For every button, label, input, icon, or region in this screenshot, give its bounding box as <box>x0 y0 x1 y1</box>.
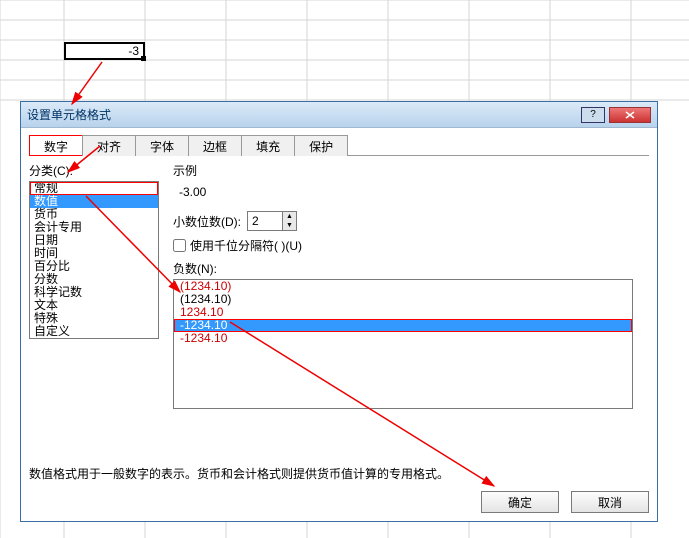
tab-font[interactable]: 字体 <box>135 135 189 156</box>
sample-value: -3.00 <box>173 181 613 203</box>
negative-format-item[interactable]: (1234.10) <box>174 293 632 306</box>
tab-protect[interactable]: 保护 <box>294 135 348 156</box>
sample-label: 示例 <box>173 162 649 179</box>
decimal-places-input[interactable] <box>248 212 282 230</box>
close-icon <box>625 111 635 119</box>
negative-format-item[interactable]: -1234.10 <box>174 319 632 332</box>
format-cells-dialog: 设置单元格格式 ? 数字 对齐 字体 边框 填充 保护 分类(C): 常规数值货… <box>20 101 658 522</box>
thousands-separator-checkbox[interactable] <box>173 239 186 252</box>
tab-align[interactable]: 对齐 <box>82 135 136 156</box>
negative-format-item[interactable]: 1234.10 <box>174 306 632 319</box>
ok-button[interactable]: 确定 <box>481 491 559 513</box>
cell-value: -3 <box>128 44 139 58</box>
category-item[interactable]: 自定义 <box>30 325 158 338</box>
negative-numbers-list[interactable]: (1234.10)(1234.10)1234.10-1234.10-1234.1… <box>173 279 633 409</box>
tab-strip: 数字 对齐 字体 边框 填充 保护 <box>29 134 649 156</box>
help-button[interactable]: ? <box>581 107 605 123</box>
decimal-places-stepper[interactable]: ▲ ▼ <box>247 211 297 231</box>
category-list[interactable]: 常规数值货币会计专用日期时间百分比分数科学记数文本特殊自定义 <box>29 181 159 339</box>
category-label: 分类(C): <box>29 162 159 179</box>
cancel-button[interactable]: 取消 <box>571 491 649 513</box>
tab-border[interactable]: 边框 <box>188 135 242 156</box>
negative-format-item[interactable]: (1234.10) <box>174 280 632 293</box>
spreadsheet-active-cell[interactable]: -3 <box>64 42 145 60</box>
negative-numbers-label: 负数(N): <box>173 260 649 277</box>
dialog-title: 设置单元格格式 <box>27 106 577 123</box>
spin-up-icon[interactable]: ▲ <box>283 212 296 221</box>
tab-fill[interactable]: 填充 <box>241 135 295 156</box>
negative-format-item[interactable]: -1234.10 <box>174 332 632 345</box>
dialog-titlebar[interactable]: 设置单元格格式 ? <box>21 102 657 128</box>
format-description: 数值格式用于一般数字的表示。货币和会计格式则提供货币值计算的专用格式。 <box>29 465 649 483</box>
decimal-places-label: 小数位数(D): <box>173 213 241 230</box>
thousands-separator-label: 使用千位分隔符( )(U) <box>190 237 302 254</box>
close-button[interactable] <box>609 107 651 123</box>
spin-down-icon[interactable]: ▼ <box>283 221 296 230</box>
tab-number[interactable]: 数字 <box>29 135 83 156</box>
